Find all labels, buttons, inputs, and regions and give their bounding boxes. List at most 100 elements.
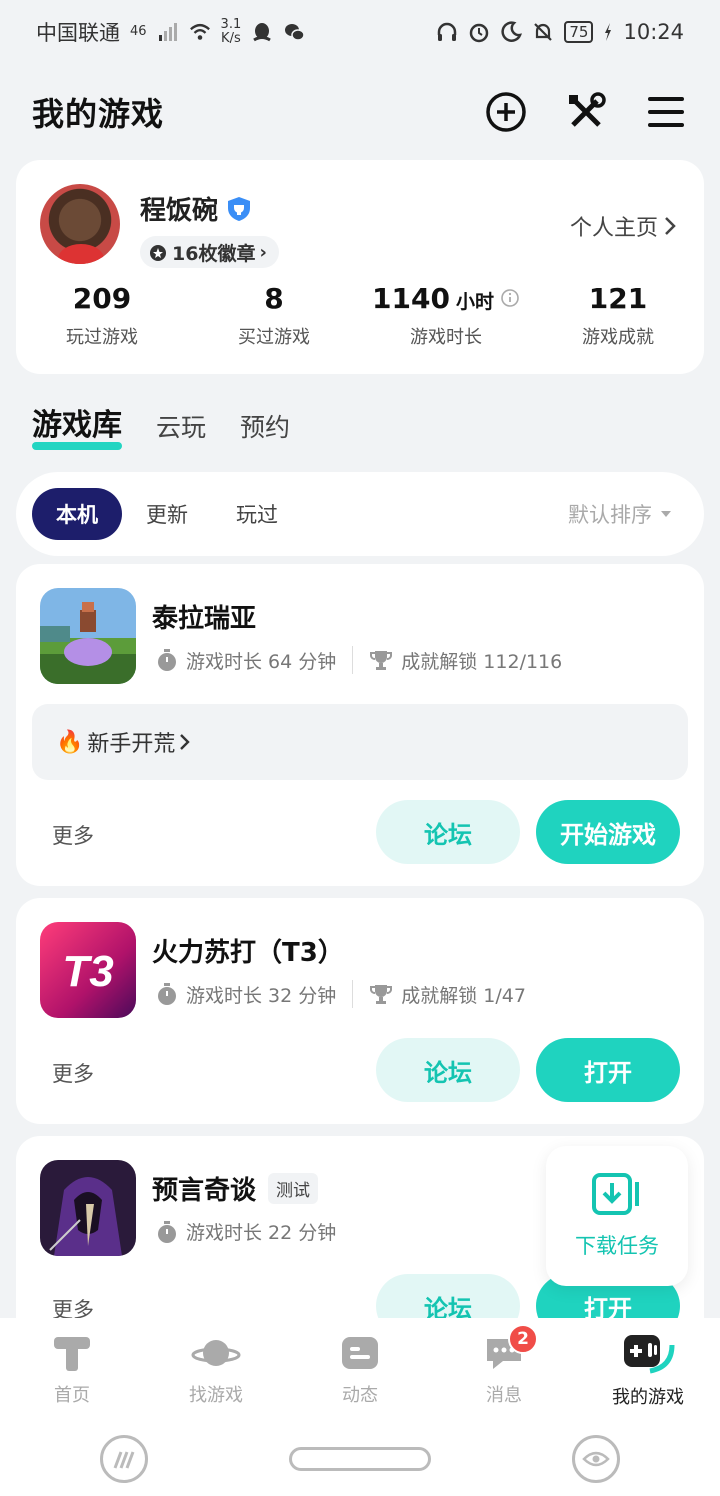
stat-bought[interactable]: 8 买过游戏 <box>188 282 360 349</box>
chevron-right-icon <box>180 734 191 750</box>
playtime-label: 游戏时长 22 分钟 <box>186 1222 337 1244</box>
filter-chip-local[interactable]: 本机 <box>32 488 122 540</box>
feed-icon <box>342 1337 378 1369</box>
menu-button[interactable] <box>644 90 688 134</box>
nav-label: 我的游戏 <box>612 1387 684 1408</box>
network-speed: 3.1 K/s <box>220 17 242 46</box>
stat-label: 游戏时长 <box>410 327 482 348</box>
stat-label: 游戏成就 <box>582 327 654 348</box>
chevron-right-icon <box>665 217 676 235</box>
nav-label: 消息 <box>486 1385 522 1406</box>
tools-icon <box>569 92 606 127</box>
stat-label: 买过游戏 <box>238 327 310 348</box>
forum-button[interactable]: 论坛 <box>376 1038 520 1102</box>
sort-label: 默认排序 <box>568 503 652 527</box>
game-icon-t3[interactable]: T3 <box>40 922 136 1018</box>
guide-banner[interactable]: 🔥 新手开荒 <box>32 704 688 780</box>
battery-indicator: 75 <box>564 21 594 43</box>
eye-icon <box>582 1451 610 1467</box>
game-title[interactable]: 预言奇谈 测试 <box>152 1170 319 1207</box>
more-button[interactable]: 更多 <box>52 1058 94 1088</box>
tab-cloud-play[interactable]: 云玩 <box>156 408 206 444</box>
unread-badge: 2 <box>508 1324 538 1354</box>
username: 程饭碗 <box>140 190 252 227</box>
t3-logo-text: T3 <box>62 947 113 996</box>
menu-icon <box>648 97 684 127</box>
nav-label: 找游戏 <box>189 1385 243 1406</box>
game-icon-prophecy[interactable] <box>40 1160 136 1256</box>
home-icon <box>54 1337 90 1371</box>
sys-app-button[interactable] <box>100 1435 148 1483</box>
stat-label: 玩过游戏 <box>66 327 138 348</box>
nav-discover[interactable]: 找游戏 <box>144 1318 288 1422</box>
stat-value: 1140 <box>372 282 450 315</box>
qq-icon <box>253 23 272 42</box>
profile-homepage-link[interactable]: 个人主页 <box>570 210 676 242</box>
stat-played[interactable]: 209 玩过游戏 <box>16 282 188 349</box>
page-title: 我的游戏 <box>32 95 165 133</box>
download-tasks-button[interactable]: 下载任务 <box>546 1146 688 1286</box>
stat-value: 209 <box>72 282 132 315</box>
stopwatch-icon <box>158 1220 176 1243</box>
stat-value: 8 <box>264 282 284 315</box>
game-meta: 游戏时长 32 分钟 成就解锁 1/47 <box>156 980 526 1008</box>
stat-unit: 小时 <box>455 291 494 313</box>
playtime-label: 游戏时长 32 分钟 <box>186 984 337 1007</box>
gamepad-icon <box>624 1335 675 1374</box>
add-icon <box>486 92 526 132</box>
game-card: 泰拉瑞亚 游戏时长 64 分钟 成就解锁 112/116 🔥 新手开荒 更多 论… <box>16 564 704 886</box>
nav-feed[interactable]: 动态 <box>288 1318 432 1422</box>
profile-homepage-label: 个人主页 <box>569 216 658 241</box>
sys-eye-button[interactable] <box>572 1435 620 1483</box>
more-button[interactable]: 更多 <box>52 820 94 850</box>
tab-library[interactable]: 游戏库 <box>32 400 122 450</box>
clock: 10:24 <box>623 20 684 44</box>
achievement-label: 成就解锁 1/47 <box>401 984 526 1007</box>
avatar[interactable] <box>40 184 120 264</box>
profile-card: 程饭碗 16枚徽章 › 个人主页 209 玩过游戏 8 买过游戏 1140 小时… <box>16 160 704 374</box>
planet-icon <box>191 1340 241 1366</box>
download-icon <box>592 1173 639 1215</box>
divider <box>352 646 354 674</box>
achievement-label: 成就解锁 112/116 <box>401 650 563 673</box>
info-icon[interactable] <box>500 288 520 308</box>
stat-achievements[interactable]: 121 游戏成就 <box>532 282 704 349</box>
nav-home[interactable]: 首页 <box>0 1318 144 1422</box>
forum-button[interactable]: 论坛 <box>376 800 520 864</box>
stats-row: 209 玩过游戏 8 买过游戏 1140 小时 游戏时长 121 游戏成就 <box>16 282 704 349</box>
charging-icon <box>605 23 612 41</box>
filter-chip-played[interactable]: 玩过 <box>212 488 302 540</box>
badge-count-button[interactable]: 16枚徽章 › <box>140 236 279 268</box>
guide-label: 新手开荒 <box>87 732 176 757</box>
filter-chip-updates[interactable]: 更新 <box>122 488 212 540</box>
home-gesture-pill[interactable] <box>289 1447 431 1471</box>
open-game-button[interactable]: 打开 <box>536 1038 680 1102</box>
alarm-icon <box>470 23 489 43</box>
network-type: 46 <box>130 24 147 39</box>
stat-playtime[interactable]: 1140 小时 游戏时长 <box>360 282 532 349</box>
chevron-right-icon: › <box>259 241 267 263</box>
game-title[interactable]: 泰拉瑞亚 <box>152 598 256 635</box>
fire-icon: 🔥 <box>56 729 84 755</box>
carrier-label: 中国联通 <box>36 21 120 45</box>
tab-reservations[interactable]: 预约 <box>240 408 290 444</box>
caret-down-icon <box>661 511 671 517</box>
add-game-button[interactable] <box>484 90 528 134</box>
wechat-icon <box>285 24 305 41</box>
status-bar: 中国联通 46 3.1 K/s 75 10:24 <box>0 0 720 64</box>
app-header: 我的游戏 <box>0 80 720 144</box>
nav-messages[interactable]: 消息 2 <box>432 1318 576 1422</box>
game-title[interactable]: 火力苏打（T3） <box>152 932 344 969</box>
mute-bell-icon <box>534 23 553 41</box>
nav-label: 动态 <box>342 1385 378 1406</box>
medal-icon <box>150 245 166 261</box>
sort-dropdown[interactable]: 默认排序 <box>568 499 672 529</box>
start-game-button[interactable]: 开始游戏 <box>536 800 680 864</box>
divider <box>352 980 354 1008</box>
tools-button[interactable] <box>564 90 608 134</box>
trophy-icon <box>370 985 393 1004</box>
game-icon-terraria[interactable] <box>40 588 136 684</box>
trophy-icon <box>370 651 393 670</box>
headphones-icon <box>438 22 457 41</box>
nav-my-games[interactable]: 我的游戏 <box>576 1318 720 1422</box>
